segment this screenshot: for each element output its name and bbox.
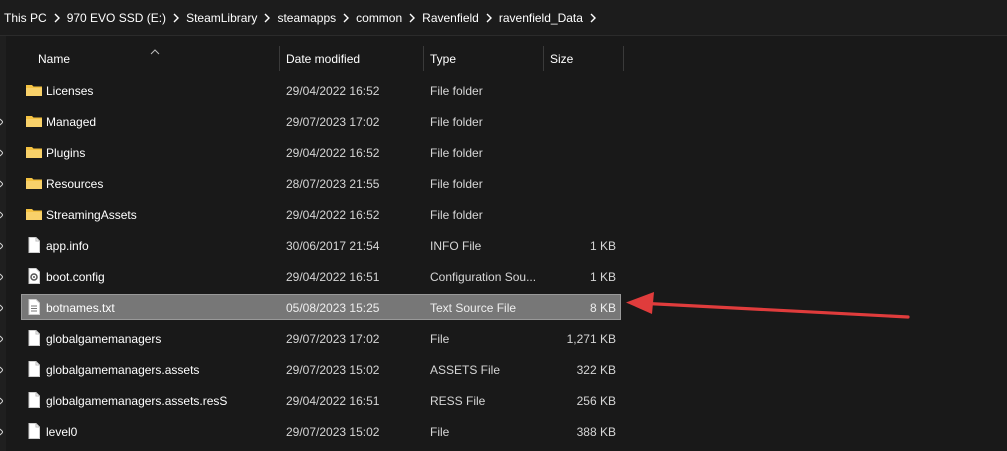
annotation-arrow (626, 292, 910, 319)
